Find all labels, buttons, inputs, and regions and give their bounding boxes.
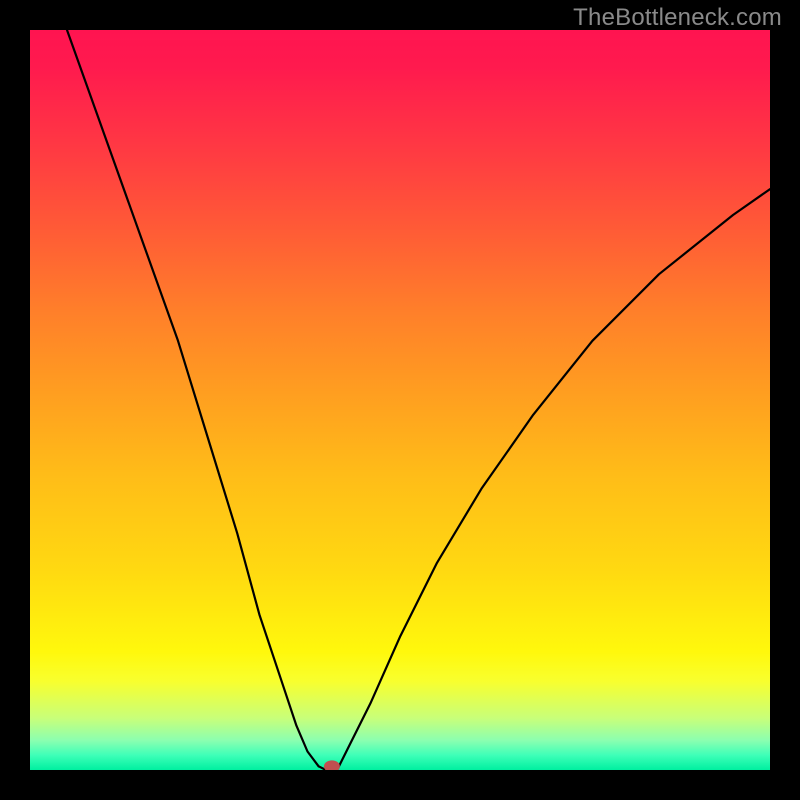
optimal-marker [324,760,340,770]
curve-layer [30,30,770,770]
curve-left-path [67,30,319,766]
curve-right-path [337,189,770,770]
watermark-text: TheBottleneck.com [573,4,782,32]
figure-container: TheBottleneck.com [0,0,800,800]
plot-area [30,30,770,770]
